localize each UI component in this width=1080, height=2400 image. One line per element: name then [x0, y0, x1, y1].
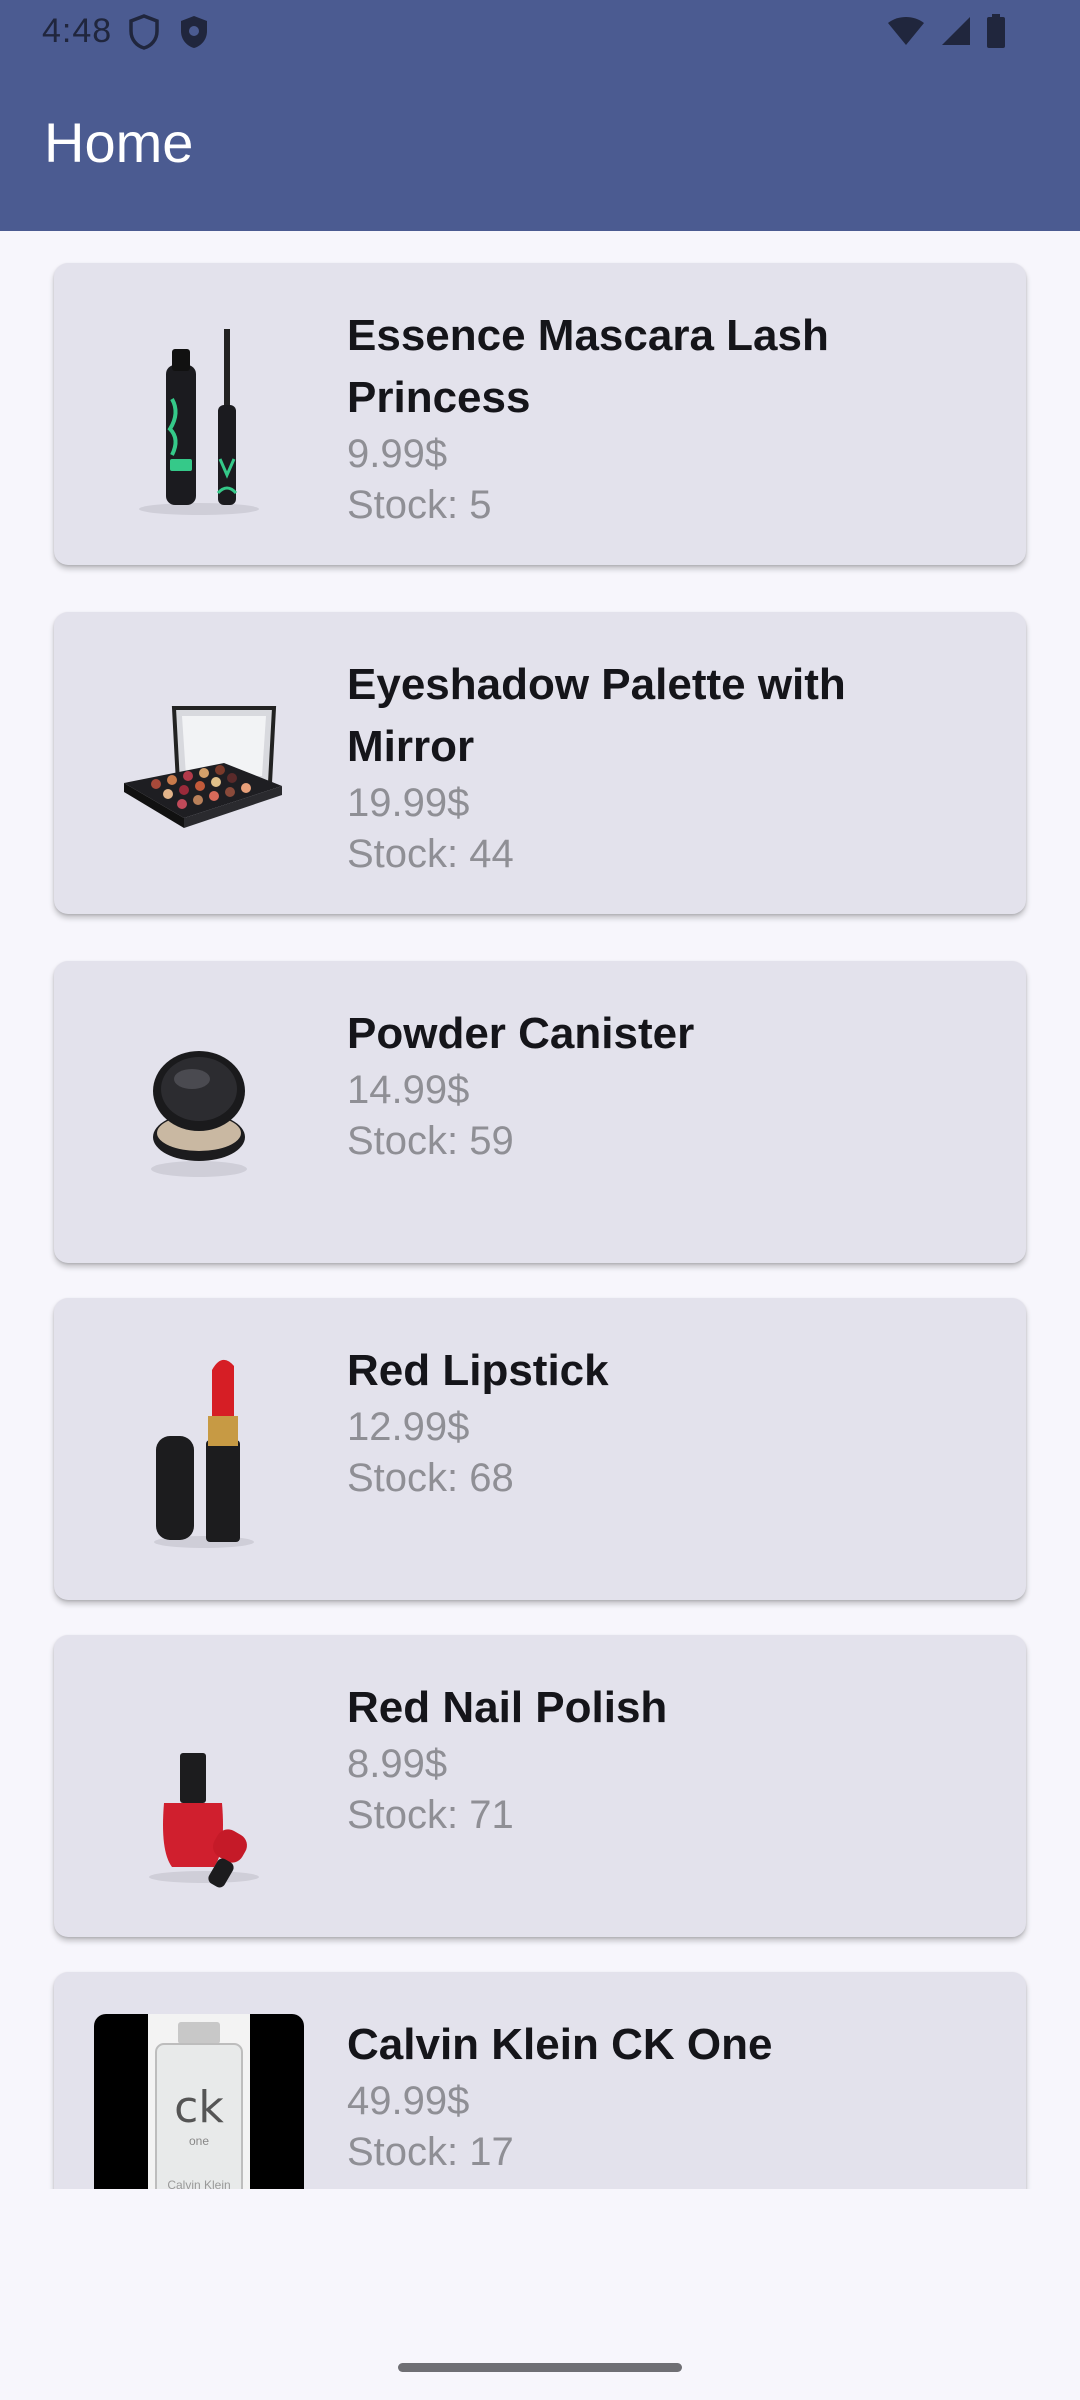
battery-icon: [986, 14, 1006, 53]
product-card[interactable]: Eyeshadow Palette with Mirror 19.99$ Sto…: [54, 612, 1026, 914]
cellular-signal-icon: [940, 15, 972, 52]
perfume-logo: ck: [174, 2082, 224, 2133]
product-stock: Stock: 44: [347, 832, 514, 876]
product-stock: Stock: 59: [347, 1119, 514, 1163]
product-info: Red Nail Polish 8.99$ Stock: 71: [347, 1677, 977, 1841]
product-card[interactable]: Essence Mascara Lash Princess 9.99$ Stoc…: [54, 263, 1026, 565]
product-stock: Stock: 17: [347, 2130, 514, 2174]
product-price: 14.99$: [347, 1068, 470, 1112]
product-name: Essence Mascara Lash Princess: [347, 311, 829, 422]
product-stock: Stock: 71: [347, 1793, 514, 1837]
product-name: Powder Canister: [347, 1009, 695, 1058]
status-time: 4:48: [42, 12, 113, 50]
product-image-eyeshadow-palette: [94, 658, 304, 868]
perfume-subtitle: one: [188, 2134, 210, 2148]
product-image-perfume: ck one Calvin Klein: [94, 2014, 304, 2189]
product-name: Calvin Klein CK One: [347, 2020, 773, 2069]
product-card[interactable]: ck one Calvin Klein Calvin Klein CK One …: [54, 1972, 1026, 2189]
product-price: 9.99$: [347, 432, 448, 476]
product-name: Red Lipstick: [347, 1346, 609, 1395]
product-card[interactable]: Powder Canister 14.99$ Stock: 59: [54, 961, 1026, 1263]
wifi-icon: [886, 15, 926, 52]
product-image-mascara: [94, 309, 304, 519]
product-info: Powder Canister 14.99$ Stock: 59: [347, 1003, 977, 1167]
shield-outline-icon: [128, 14, 160, 55]
product-stock: Stock: 5: [347, 483, 492, 527]
shield-filled-icon: [178, 14, 210, 55]
product-image-powder-canister: [94, 1007, 304, 1217]
product-price: 12.99$: [347, 1405, 470, 1449]
product-info: Red Lipstick 12.99$ Stock: 68: [347, 1340, 977, 1504]
product-name: Eyeshadow Palette with Mirror: [347, 660, 846, 771]
product-info: Eyeshadow Palette with Mirror 19.99$ Sto…: [347, 654, 977, 880]
product-list[interactable]: Essence Mascara Lash Princess 9.99$ Stoc…: [0, 231, 1080, 2189]
status-right-icons: [886, 14, 1006, 53]
product-price: 19.99$: [347, 781, 470, 825]
home-indicator[interactable]: [398, 2363, 682, 2372]
product-price: 49.99$: [347, 2079, 470, 2123]
product-card[interactable]: Red Nail Polish 8.99$ Stock: 71: [54, 1635, 1026, 1937]
page-title: Home: [44, 111, 194, 174]
product-name: Red Nail Polish: [347, 1683, 668, 1732]
product-image-lipstick: [94, 1344, 304, 1554]
product-price: 8.99$: [347, 1742, 448, 1786]
product-card[interactable]: Red Lipstick 12.99$ Stock: 68: [54, 1298, 1026, 1600]
app-bar: 4:48 Home: [0, 0, 1080, 231]
perfume-brand: Calvin Klein: [167, 2178, 231, 2189]
product-stock: Stock: 68: [347, 1456, 514, 1500]
status-left-icons: [128, 14, 210, 55]
product-info: Essence Mascara Lash Princess 9.99$ Stoc…: [347, 305, 977, 531]
product-info: Calvin Klein CK One 49.99$ Stock: 17: [347, 2014, 977, 2178]
product-image-nail-polish: [94, 1681, 304, 1891]
